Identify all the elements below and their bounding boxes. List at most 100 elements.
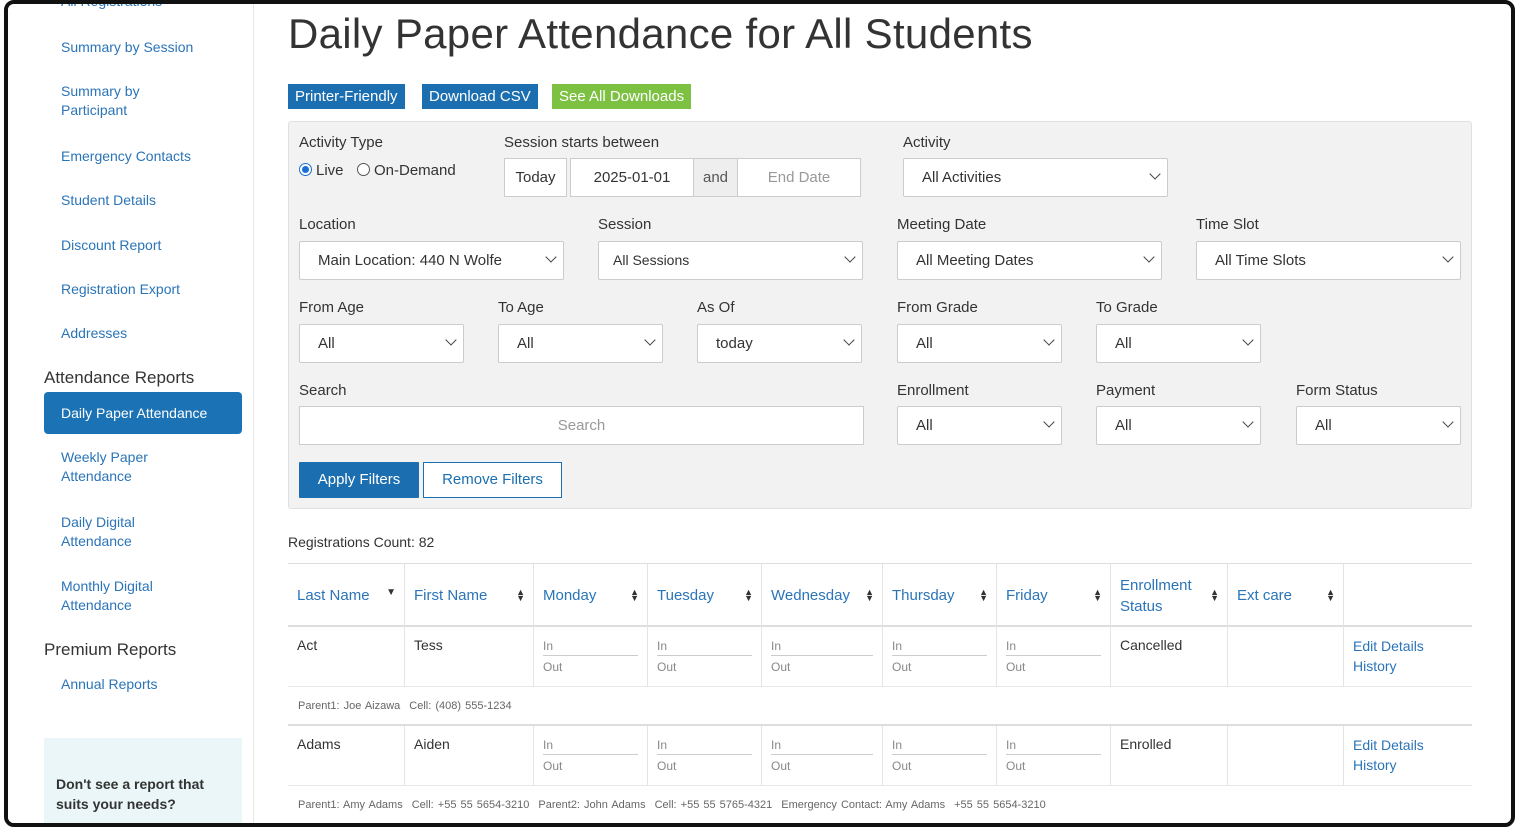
from-age-select[interactable]: All <box>299 324 464 363</box>
radio-unselected-icon <box>357 163 370 176</box>
column-header-label: Thursday <box>892 587 955 604</box>
column-header-wednesday[interactable]: Wednesday ▲ ▼ <box>761 564 882 627</box>
sidebar-item-summary-by-session[interactable]: Summary by Session <box>61 38 231 57</box>
sort-icon: ▲ ▼ <box>516 587 525 603</box>
meeting-date-label: Meeting Date <box>897 216 987 233</box>
tuesday-cell[interactable]: In Out <box>647 627 761 687</box>
friday-cell[interactable]: In Out <box>996 726 1110 786</box>
today-button[interactable]: Today <box>504 158 567 197</box>
session-select[interactable]: All Sessions <box>598 241 863 280</box>
time-slot-select[interactable]: All Time Slots <box>1196 241 1461 280</box>
out-field: Out <box>892 759 912 773</box>
from-grade-select[interactable]: All <box>897 324 1062 363</box>
sort-icon: ▲ ▼ <box>865 587 874 603</box>
form-status-label: Form Status <box>1296 382 1378 399</box>
apply-filters-button[interactable]: Apply Filters <box>299 462 419 498</box>
chevron-down-icon <box>1043 416 1055 428</box>
sidebar-item-discount-report[interactable]: Discount Report <box>61 236 231 255</box>
column-header-tuesday[interactable]: Tuesday ▲ ▼ <box>647 564 761 627</box>
download-csv-button[interactable]: Download CSV <box>422 84 538 109</box>
sidebar-item-registration-export[interactable]: Registration Export <box>61 280 231 299</box>
monday-cell[interactable]: In Out <box>533 726 647 786</box>
column-header-last-name[interactable]: Last Name ▼ <box>288 564 404 627</box>
sidebar-item-daily-digital-attendance[interactable]: Daily Digital Attendance <box>61 513 161 551</box>
payment-label: Payment <box>1096 382 1156 399</box>
location-select[interactable]: Main Location: 440 N Wolfe <box>299 241 564 280</box>
to-age-select[interactable]: All <box>498 324 663 363</box>
first-name-cell: Aiden <box>404 726 533 786</box>
edit-details-link[interactable]: Edit Details <box>1353 636 1463 656</box>
meeting-date-select-value: All Meeting Dates <box>916 252 1034 269</box>
payment-select[interactable]: All <box>1096 406 1261 445</box>
live-radio-label: Live <box>316 162 344 179</box>
from-grade-select-value: All <box>916 335 933 352</box>
sidebar-item-emergency-contacts[interactable]: Emergency Contacts <box>61 147 231 166</box>
as-of-select[interactable]: today <box>697 324 862 363</box>
sidebar-item-all-registrations[interactable]: All Registrations <box>61 4 231 11</box>
out-field: Out <box>543 660 563 674</box>
sort-icon: ▲ ▼ <box>1210 587 1219 603</box>
column-header-actions <box>1343 564 1472 627</box>
location-select-value: Main Location: 440 N Wolfe <box>318 252 502 269</box>
parent1-cell: Cell: +55 55 5654-3210 <box>411 799 530 811</box>
on-demand-radio[interactable]: On-Demand <box>357 162 456 179</box>
sidebar-item-annual-reports[interactable]: Annual Reports <box>61 675 231 694</box>
search-input[interactable]: Search <box>299 406 864 445</box>
column-header-first-name[interactable]: First Name ▲ ▼ <box>404 564 533 627</box>
enrollment-label: Enrollment <box>897 382 969 399</box>
sort-desc-icon: ▼ <box>386 587 396 598</box>
sidebar-item-student-details[interactable]: Student Details <box>61 191 231 210</box>
enrollment-select[interactable]: All <box>897 406 1062 445</box>
in-field: In <box>657 637 752 656</box>
start-date-input[interactable]: 2025-01-01 <box>570 158 694 197</box>
in-field: In <box>543 637 638 656</box>
sort-icon: ▲ ▼ <box>1326 587 1335 603</box>
wednesday-cell[interactable]: In Out <box>761 726 882 786</box>
sidebar: All Registrations Summary by Session Sum… <box>8 4 254 823</box>
column-header-label: Tuesday <box>657 587 714 604</box>
in-field: In <box>771 736 873 755</box>
radio-selected-icon <box>299 163 312 176</box>
activity-select[interactable]: All Activities <box>903 158 1168 197</box>
chevron-down-icon <box>445 334 457 346</box>
sidebar-item-weekly-paper-attendance[interactable]: Weekly Paper Attendance <box>61 448 171 486</box>
printer-friendly-button[interactable]: Printer-Friendly <box>288 84 405 109</box>
column-header-enrollment-status[interactable]: Enrollment Status ▲ ▼ <box>1110 564 1227 627</box>
activity-label: Activity <box>903 134 951 151</box>
sidebar-item-addresses[interactable]: Addresses <box>61 324 231 343</box>
column-header-monday[interactable]: Monday ▲ ▼ <box>533 564 647 627</box>
chevron-down-icon <box>1043 334 1055 346</box>
chevron-down-icon <box>843 334 855 346</box>
sidebar-item-summary-by-participant[interactable]: Summary by Participant <box>61 82 171 120</box>
see-all-downloads-button[interactable]: See All Downloads <box>552 84 692 109</box>
meeting-date-select[interactable]: All Meeting Dates <box>897 241 1162 280</box>
sidebar-item-daily-paper-attendance[interactable]: Daily Paper Attendance <box>44 392 242 434</box>
column-header-friday[interactable]: Friday ▲ ▼ <box>996 564 1110 627</box>
page-title: Daily Paper Attendance for All Students <box>288 10 1033 57</box>
payment-select-value: All <box>1115 417 1132 434</box>
parent2-cell: Cell: +55 55 5765-4321 <box>654 799 773 811</box>
column-header-label: Friday <box>1006 587 1048 604</box>
thursday-cell[interactable]: In Out <box>882 726 996 786</box>
form-status-select[interactable]: All <box>1296 406 1461 445</box>
contact-row: Parent1: Joe Aizawa Cell: (408) 555-1234 <box>288 687 1472 726</box>
sidebar-item-monthly-digital-attendance[interactable]: Monthly Digital Attendance <box>61 577 171 615</box>
to-grade-select[interactable]: All <box>1096 324 1261 363</box>
edit-details-link[interactable]: Edit Details <box>1353 735 1463 755</box>
remove-filters-button[interactable]: Remove Filters <box>423 462 562 498</box>
monday-cell[interactable]: In Out <box>533 627 647 687</box>
history-link[interactable]: History <box>1353 656 1463 676</box>
out-field: Out <box>657 759 677 773</box>
chevron-down-icon <box>545 251 557 263</box>
out-field: Out <box>1006 759 1026 773</box>
column-header-ext-care[interactable]: Ext care ▲ ▼ <box>1227 564 1343 627</box>
column-header-thursday[interactable]: Thursday ▲ ▼ <box>882 564 996 627</box>
friday-cell[interactable]: In Out <box>996 627 1110 687</box>
live-radio[interactable]: Live <box>299 162 344 179</box>
chevron-down-icon <box>1149 168 1161 180</box>
history-link[interactable]: History <box>1353 755 1463 775</box>
thursday-cell[interactable]: In Out <box>882 627 996 687</box>
wednesday-cell[interactable]: In Out <box>761 627 882 687</box>
end-date-input[interactable]: End Date <box>737 158 861 197</box>
tuesday-cell[interactable]: In Out <box>647 726 761 786</box>
